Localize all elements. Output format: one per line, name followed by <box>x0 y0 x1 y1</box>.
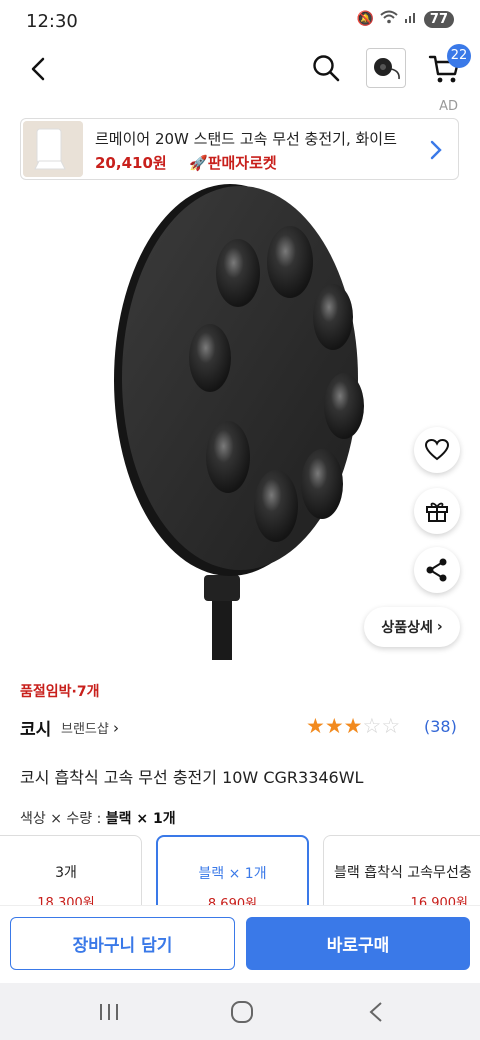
option-name: 블랙 흡착식 고속무선충 <box>334 865 472 881</box>
status-time: 12:30 <box>26 11 78 32</box>
option-label-value: 블랙 × 1개 <box>105 811 176 827</box>
product-title: 코시 흡착식 고속 무선 충전기 10W CGR3346WL <box>20 768 364 787</box>
heart-icon <box>424 438 450 461</box>
rocket-icon: 🚀 <box>189 154 208 172</box>
ad-product-image <box>23 121 83 177</box>
option-card[interactable]: 블랙 흡착식 고속무선충 16,900원 <box>323 835 480 915</box>
product-detail-label: 상품상세 <box>381 620 433 636</box>
option-label: 색상 × 수량 : 블랙 × 1개 <box>20 808 176 828</box>
cart-count-badge: 22 <box>447 44 471 68</box>
wifi-icon <box>380 10 398 28</box>
brand-shop-link[interactable]: 브랜드샵 › <box>61 718 119 737</box>
bottom-action-bar: 장바구니 담기 바로구매 <box>0 905 480 983</box>
back-arrow-icon[interactable] <box>26 56 52 82</box>
star-filled-icon: ★ <box>306 714 325 738</box>
wishlist-button[interactable] <box>414 427 460 473</box>
home-icon[interactable] <box>230 1000 254 1024</box>
status-icons: 🔕 77 <box>356 10 454 28</box>
stock-notice: 품절임박·7개 <box>20 684 100 700</box>
ad-banner[interactable]: 르메이어 20W 스탠드 고속 무선 충전기, 화이트 20,410원 🚀판매자… <box>20 118 459 180</box>
chevron-right-icon: › <box>112 719 119 737</box>
chevron-right-icon: › <box>436 619 443 635</box>
share-button[interactable] <box>414 547 460 593</box>
search-icon[interactable] <box>311 53 341 83</box>
star-empty-icon: ☆ <box>381 714 401 738</box>
mute-icon: 🔕 <box>356 11 374 27</box>
status-bar: 12:30 🔕 77 <box>0 0 480 44</box>
visual-search-thumbnail[interactable] <box>366 48 406 88</box>
battery-icon: 77 <box>423 10 454 28</box>
share-icon <box>426 558 447 582</box>
system-back-icon[interactable] <box>368 1001 384 1023</box>
ad-seller-rocket-badge: 🚀판매자로켓 <box>189 152 277 173</box>
system-nav-bar <box>0 983 480 1040</box>
product-image[interactable] <box>0 180 480 670</box>
brand-name[interactable]: 코시 <box>20 715 51 740</box>
option-name: 블랙 × 1개 <box>198 866 267 882</box>
signal-icon <box>404 10 418 28</box>
top-nav <box>0 44 480 94</box>
brand-shop-label: 브랜드샵 <box>61 722 109 737</box>
star-filled-icon: ★ <box>324 714 344 738</box>
ad-badge-label: 판매자로켓 <box>207 154 277 172</box>
rating-stars[interactable]: ★★★☆☆ <box>306 714 400 738</box>
star-filled-icon: ★ <box>343 714 363 738</box>
star-empty-icon: ☆ <box>362 714 382 738</box>
ad-price: 20,410원 <box>95 154 167 172</box>
option-card-selected[interactable]: 블랙 × 1개 8,690원 <box>156 835 309 915</box>
option-card[interactable]: 3개 18,300원 <box>0 835 142 915</box>
chevron-right-icon[interactable] <box>429 139 443 161</box>
recent-apps-icon[interactable] <box>98 1002 120 1022</box>
review-count[interactable]: (38) <box>424 717 457 736</box>
gift-icon <box>426 502 448 522</box>
product-detail-button[interactable]: 상품상세 › <box>364 607 460 647</box>
ad-label: AD <box>439 99 458 114</box>
add-to-cart-button[interactable]: 장바구니 담기 <box>10 917 235 970</box>
buy-now-button[interactable]: 바로구매 <box>246 917 470 970</box>
gift-button[interactable] <box>414 488 460 534</box>
option-name: 3개 <box>55 865 77 881</box>
ad-title: 르메이어 20W 스탠드 고속 무선 충전기, 화이트 <box>95 130 397 148</box>
option-label-key: 색상 × 수량 : <box>20 811 106 827</box>
